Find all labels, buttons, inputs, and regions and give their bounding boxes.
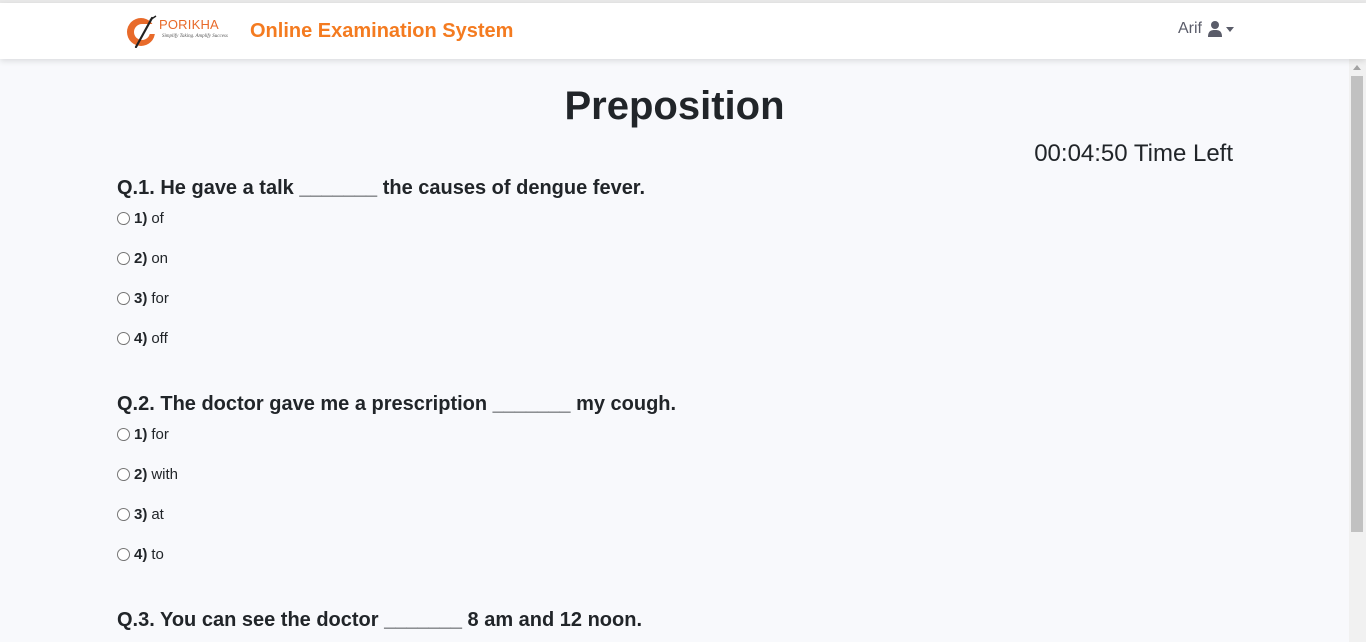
option-radio[interactable] [117,428,130,441]
countdown-timer: 00:04:50 Time Left [933,140,1233,168]
option-number: 2) [134,250,148,267]
question-text: Q.2. The doctor gave me a prescription _… [117,393,677,415]
option-radio[interactable] [117,468,130,481]
option-number: 4) [134,330,148,347]
option-number: 3) [134,290,148,307]
option-1[interactable]: 1) for [117,426,169,443]
question-text: Q.3. You can see the doctor _______ 8 am… [117,609,643,631]
question-1: Q.1. He gave a talk _______ the causes o… [117,176,1217,347]
option-1[interactable]: 1) of [117,210,164,227]
option-4[interactable]: 4) off [117,330,168,347]
app-title[interactable]: Online Examination System [250,20,513,43]
option-label: to [151,546,164,563]
option-radio[interactable] [117,212,130,225]
option-label: at [151,506,164,523]
time-left-value: 00:04:50 [1034,140,1128,167]
scroll-up-arrow-icon[interactable] [1353,65,1361,70]
option-radio[interactable] [117,332,130,345]
navbar: PORIKHA Simplify Taking. Amplify Success… [0,3,1366,59]
time-left-label: Time Left [1133,140,1233,167]
vertical-scrollbar[interactable] [1349,59,1366,642]
question-2: Q.2. The doctor gave me a prescription _… [117,392,1217,563]
question-3: Q.3. You can see the doctor _______ 8 am… [117,608,1217,632]
page-title: Preposition [564,84,785,128]
option-radio[interactable] [117,252,130,265]
option-4[interactable]: 4) to [117,546,164,563]
option-number: 4) [134,546,148,563]
option-label: off [151,330,168,347]
option-2[interactable]: 2) with [117,466,178,483]
option-number: 2) [134,466,148,483]
option-radio[interactable] [117,292,130,305]
option-radio[interactable] [117,548,130,561]
question-text: Q.1. He gave a talk _______ the causes o… [117,177,646,199]
option-label: for [151,426,169,443]
option-number: 1) [134,426,148,443]
user-icon [1208,21,1222,37]
option-label: for [151,290,169,307]
option-2[interactable]: 2) on [117,250,168,267]
user-name: Arif [1178,20,1202,37]
scrollbar-thumb[interactable] [1351,76,1363,532]
porikha-logo-icon [127,15,157,48]
option-label: with [151,466,179,483]
brand-logo[interactable]: PORIKHA Simplify Taking. Amplify Success [126,12,228,50]
user-dropdown[interactable]: Arif [1178,20,1234,38]
option-radio[interactable] [117,508,130,521]
logo-tagline: Simplify Taking. Amplify Success [162,34,228,39]
option-3[interactable]: 3) at [117,506,164,523]
option-label: of [151,210,164,227]
option-label: on [151,250,169,267]
option-3[interactable]: 3) for [117,290,169,307]
logo-text: PORIKHA [159,17,219,32]
chevron-down-icon [1226,26,1234,32]
option-number: 3) [134,506,148,523]
option-number: 1) [134,210,148,227]
